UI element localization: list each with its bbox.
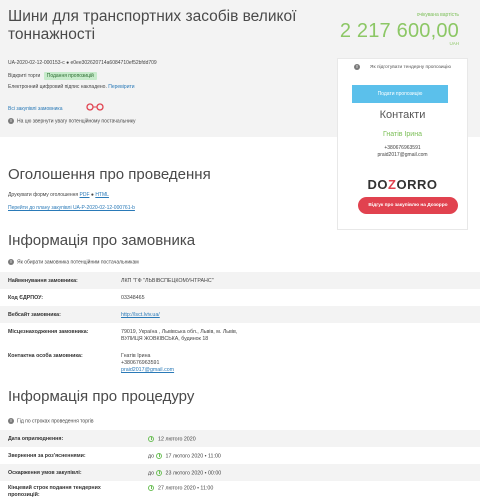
signature-text: Електронний цифровий підпис накладено.	[8, 84, 107, 90]
procurement-plan-link[interactable]: Перейти до плану закупівлі UA-P-2020-02-…	[8, 205, 135, 211]
buyer-note: ! Як обирати замовника потенційним постач…	[8, 259, 139, 265]
buyer-website-link[interactable]: http://lsct.lviv.ua/	[121, 312, 160, 318]
tender-title: Шини для транспортних засобів великої то…	[8, 8, 297, 43]
contact-name: Гнатів Ірина	[383, 131, 422, 138]
table-row: Контактна особа замовника: Гнатів Ірина …	[8, 353, 175, 373]
tender-type-line: Відкриті торги Подання пропозицій	[8, 72, 97, 80]
estimate-value: 2 217 600,00	[339, 20, 459, 42]
contact-email[interactable]: praid2017@gmail.com	[338, 152, 467, 158]
all-buyer-tenders-row: Всі закупівлі замовника	[8, 106, 63, 112]
announcement-heading: Оголошення про проведення	[8, 166, 211, 183]
verify-signature-link[interactable]: Перевірити	[108, 84, 134, 90]
how-to-prepare-note[interactable]: ! Як підготувати тендерну пропозицію	[348, 64, 463, 71]
tender-type: Відкриті торги	[8, 73, 41, 79]
buyer-email-link[interactable]: praid2017@gmail.com	[121, 367, 174, 373]
table-row: Кінцевий строк подання тендерних пропози…	[8, 485, 214, 498]
table-row: Оскарження умов закупівлі: до 23 лютого …	[0, 464, 480, 481]
procedure-heading: Інформація про процедуру	[8, 388, 195, 405]
table-row: Дата оприлюднення: 12 лютого 2020	[0, 430, 480, 447]
warning-icon: !	[8, 118, 14, 124]
clock-icon	[148, 436, 154, 442]
print-form-text: Друкувати форму оголошення	[8, 192, 79, 198]
dozorro-logo: DOZORRO	[367, 177, 438, 192]
dozorro-review-button[interactable]: Відгук про закупівлю на Дозорро	[358, 197, 458, 214]
signature-line: Електронний цифровий підпис накладено. П…	[8, 84, 135, 90]
contact-phone: +380676963591	[384, 145, 421, 151]
warning-icon: !	[8, 259, 14, 265]
action-panel: ! Як підготувати тендерну пропозицію Пода…	[337, 58, 468, 230]
table-row: Найменування замовника: ЛКП "ГФ "ЛЬВІВСП…	[0, 272, 480, 289]
attention-note: ! На цю звернути увагу потенційному поста…	[8, 118, 136, 124]
submit-proposal-button[interactable]: Подати пропозицію	[352, 85, 448, 103]
warning-icon: !	[354, 64, 360, 70]
table-row: Вебсайт замовника: http://lsct.lviv.ua/	[0, 306, 480, 323]
estimate-currency: UAH	[449, 41, 459, 46]
buyer-heading: Інформація про замовника	[8, 232, 196, 249]
plan-link-line: Перейти до плану закупівлі UA-P-2020-02-…	[8, 205, 135, 211]
clock-icon	[155, 470, 162, 476]
procedure-note: ! Гід по строках проведення торгів	[8, 418, 94, 424]
all-buyer-tenders-link[interactable]: Всі закупівлі замовника	[8, 106, 63, 112]
attention-note-text: На цю звернути увагу потенційному постач…	[17, 118, 136, 125]
contacts-heading: Контакти	[379, 109, 426, 121]
how-to-prepare-text: Як підготувати тендерну пропозицію	[370, 65, 451, 70]
status-badge: Подання пропозицій	[43, 72, 97, 80]
clock-icon	[148, 485, 154, 491]
print-html-link[interactable]: HTML	[95, 192, 109, 198]
handcuffs-icon[interactable]	[86, 103, 104, 111]
table-row: Місцезнаходження замовника: 79019, Украї…	[8, 329, 238, 342]
table-row: Код ЄДРПОУ: 03348465	[8, 295, 145, 301]
tender-id: UA-2020-02-12-000153-c ● e0ee302620714a6…	[8, 60, 157, 66]
print-form-line: Друкувати форму оголошення PDF ● HTML	[8, 192, 109, 198]
estimate-label: очікувана вартість	[416, 12, 459, 18]
clock-icon	[155, 453, 162, 459]
warning-icon: !	[8, 418, 14, 424]
print-pdf-link[interactable]: PDF	[80, 192, 90, 198]
table-row: Звернення за роз'ясненнями: до 17 лютого…	[8, 453, 221, 460]
